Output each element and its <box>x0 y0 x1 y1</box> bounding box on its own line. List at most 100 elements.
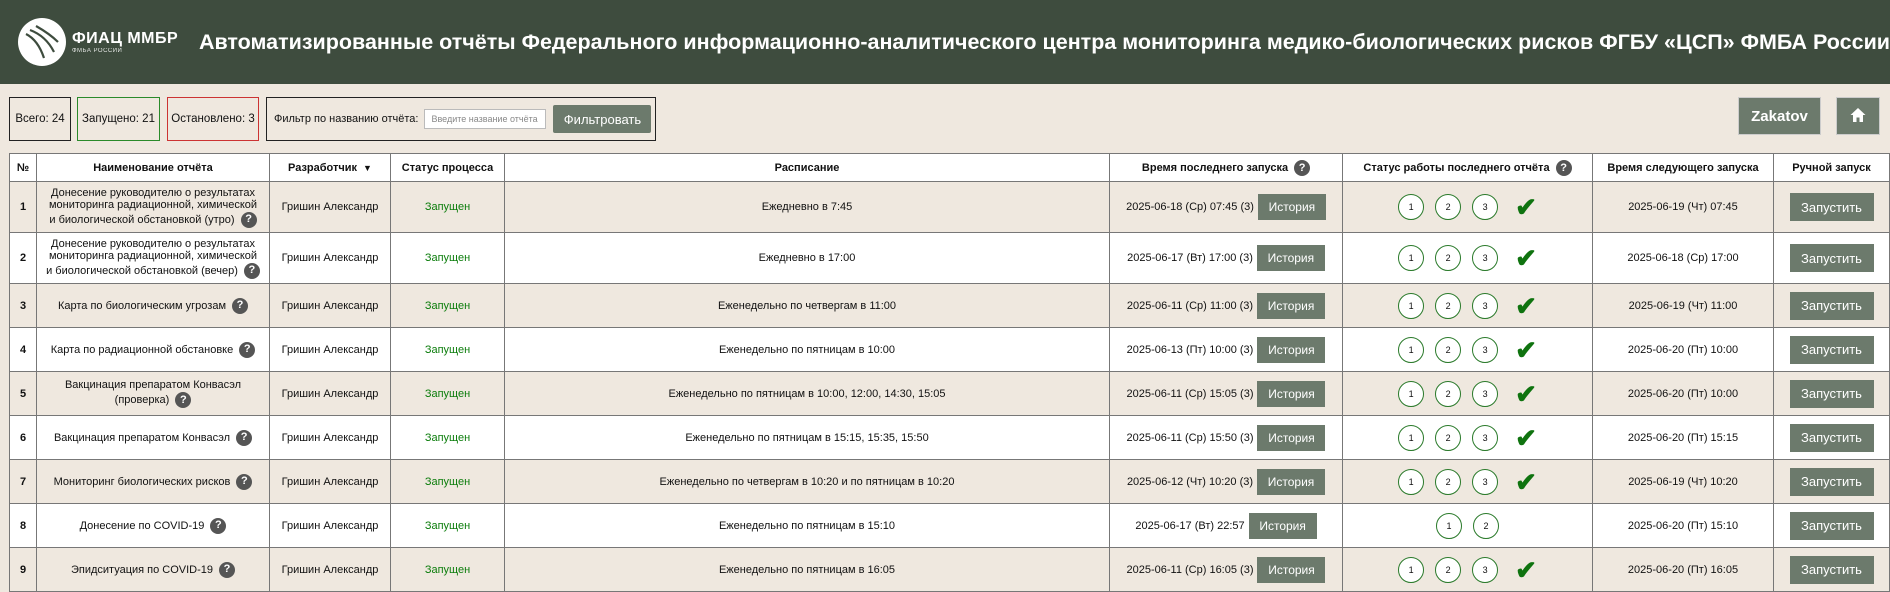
last-run-cell: 2025-06-11 (Ср) 15:50 (3) История <box>1109 415 1343 460</box>
col-last-status: Статус работы последнего отчёта? <box>1342 153 1593 182</box>
step-status-icon[interactable]: 3 <box>1472 468 1499 495</box>
schedule: Еженедельно по пятницам в 15:10 <box>504 503 1110 548</box>
step-status-icon[interactable]: 1 <box>1436 512 1462 539</box>
success-check-icon: ✔ <box>1515 554 1537 585</box>
help-icon[interactable]: ? <box>1555 159 1572 176</box>
history-button[interactable]: История <box>1257 336 1326 363</box>
step-status-icon[interactable]: 3 <box>1472 336 1499 363</box>
last-run-time: 2025-06-13 (Пт) 10:00 (3) <box>1126 343 1254 356</box>
user-button[interactable]: Zakatov <box>1738 97 1821 135</box>
table-row: 3 Карта по биологическим угрозам? Гришин А… <box>9 283 1890 328</box>
run-button[interactable]: Запустить <box>1789 467 1874 496</box>
run-button[interactable]: Запустить <box>1789 291 1874 320</box>
step-status-icon[interactable]: 2 <box>1435 380 1462 407</box>
last-run-time: 2025-06-11 (Ср) 16:05 (3) <box>1126 563 1254 576</box>
row-num: 7 <box>9 459 37 504</box>
step-status-icon[interactable]: 1 <box>1398 380 1425 407</box>
step-status-icon[interactable]: 1 <box>1398 556 1425 583</box>
run-button[interactable]: Запустить <box>1789 335 1874 364</box>
run-button[interactable]: Запустить <box>1789 423 1874 452</box>
logo[interactable]: ФИАЦ ММБР ФМБА РОССИИ <box>18 12 181 72</box>
stopped-count[interactable]: Остановлено: 3 <box>167 97 259 141</box>
help-icon[interactable]: ? <box>175 391 192 408</box>
step-status-icon[interactable]: 1 <box>1398 194 1425 220</box>
history-button[interactable]: История <box>1257 292 1326 319</box>
help-icon[interactable]: ? <box>1294 159 1311 176</box>
col-schedule: Расписание <box>504 153 1110 182</box>
step-status-icon[interactable]: 2 <box>1435 468 1462 495</box>
step-status-icon[interactable]: 2 <box>1435 245 1462 271</box>
step-status-icon[interactable]: 3 <box>1472 245 1499 271</box>
run-button[interactable]: Запустить <box>1789 193 1874 221</box>
report-name: Донесение по COVID-19 <box>79 519 205 532</box>
last-run-cell: 2025-06-11 (Ср) 11:00 (3) История <box>1109 283 1343 328</box>
step-status-icon[interactable]: 1 <box>1398 245 1425 271</box>
table-body: 1 Донесение руководителю о результатах мо… <box>9 181 1890 592</box>
history-button[interactable]: История <box>1257 194 1326 220</box>
run-button[interactable]: Запустить <box>1789 511 1874 540</box>
step-status-icon[interactable]: 2 <box>1435 292 1462 319</box>
run-button[interactable]: Запустить <box>1789 244 1874 272</box>
step-status-icon[interactable]: 1 <box>1398 424 1425 451</box>
logo-sub-text: ФМБА РОССИИ <box>72 48 123 54</box>
process-status: Запущен <box>390 232 505 284</box>
step-status-icon[interactable]: 2 <box>1435 194 1462 220</box>
last-run-cell: 2025-06-13 (Пт) 10:00 (3) История <box>1109 327 1343 372</box>
next-run-time: 2025-06-20 (Пт) 15:10 <box>1592 503 1774 548</box>
next-run-time: 2025-06-18 (Ср) 17:00 <box>1592 232 1774 284</box>
manual-run-cell: Запустить <box>1773 547 1890 592</box>
help-icon[interactable]: ? <box>243 262 260 279</box>
process-status: Запущен <box>390 283 505 328</box>
run-button[interactable]: Запустить <box>1789 379 1874 408</box>
process-status: Запущен <box>390 327 505 372</box>
last-status-cell: 1 2 3 ✔ <box>1342 283 1593 328</box>
help-icon[interactable]: ? <box>219 561 236 578</box>
help-icon[interactable]: ? <box>210 517 227 534</box>
help-icon[interactable]: ? <box>236 429 253 446</box>
filter-button[interactable]: Фильтровать <box>553 105 652 133</box>
last-status-cell: 1 2 3 ✔ <box>1342 371 1593 416</box>
success-check-icon: ✔ <box>1515 290 1537 321</box>
history-button[interactable]: История <box>1257 380 1326 407</box>
history-button[interactable]: История <box>1256 245 1325 271</box>
step-status-icon[interactable]: 1 <box>1398 292 1425 319</box>
row-num: 4 <box>9 327 37 372</box>
developer: Гришин Александр <box>269 181 391 233</box>
step-status-icon[interactable]: 2 <box>1435 336 1462 363</box>
total-count[interactable]: Всего: 24 <box>9 97 71 141</box>
last-run-time: 2025-06-11 (Ср) 15:05 (3) <box>1126 387 1254 400</box>
sort-desc-icon[interactable]: ▼ <box>363 163 372 173</box>
last-run-time: 2025-06-11 (Ср) 15:50 (3) <box>1126 431 1254 444</box>
step-status-icon[interactable]: 2 <box>1435 556 1462 583</box>
history-button[interactable]: История <box>1257 556 1326 583</box>
next-run-time: 2025-06-20 (Пт) 10:00 <box>1592 371 1774 416</box>
next-run-time: 2025-06-19 (Чт) 10:20 <box>1592 459 1774 504</box>
step-status-icon[interactable]: 2 <box>1473 512 1499 539</box>
home-button[interactable] <box>1836 97 1880 135</box>
table-header-row: № Наименование отчёта Разработчик ▼ Стату… <box>9 153 1890 182</box>
run-button[interactable]: Запустить <box>1789 555 1874 584</box>
step-status-icon[interactable]: 3 <box>1472 424 1499 451</box>
step-status-icon[interactable]: 3 <box>1472 194 1499 220</box>
schedule: Еженедельно по четвергам в 10:20 и по пя… <box>504 459 1110 504</box>
success-check-icon: ✔ <box>1515 192 1537 222</box>
running-count[interactable]: Запущено: 21 <box>77 97 160 141</box>
filter-input[interactable] <box>424 109 547 129</box>
step-status-icon[interactable]: 2 <box>1435 424 1462 451</box>
col-developer[interactable]: Разработчик ▼ <box>269 153 391 182</box>
history-button[interactable]: История <box>1248 512 1317 539</box>
filter-form: Фильтр по названию отчёта: Фильтровать <box>266 97 656 141</box>
step-status-icon[interactable]: 3 <box>1472 380 1499 407</box>
help-icon[interactable]: ? <box>236 473 253 490</box>
step-status-icon[interactable]: 3 <box>1472 292 1499 319</box>
help-icon[interactable]: ? <box>239 341 256 358</box>
history-button[interactable]: История <box>1257 424 1326 451</box>
step-status-icon[interactable]: 1 <box>1398 468 1425 495</box>
history-button[interactable]: История <box>1257 468 1326 495</box>
help-icon[interactable]: ? <box>240 211 257 228</box>
step-status-icon[interactable]: 3 <box>1472 556 1499 583</box>
schedule: Еженедельно по пятницам в 16:05 <box>504 547 1110 592</box>
help-icon[interactable]: ? <box>232 297 249 314</box>
step-status-icon[interactable]: 1 <box>1398 336 1425 363</box>
success-check-icon: ✔ <box>1515 334 1537 365</box>
